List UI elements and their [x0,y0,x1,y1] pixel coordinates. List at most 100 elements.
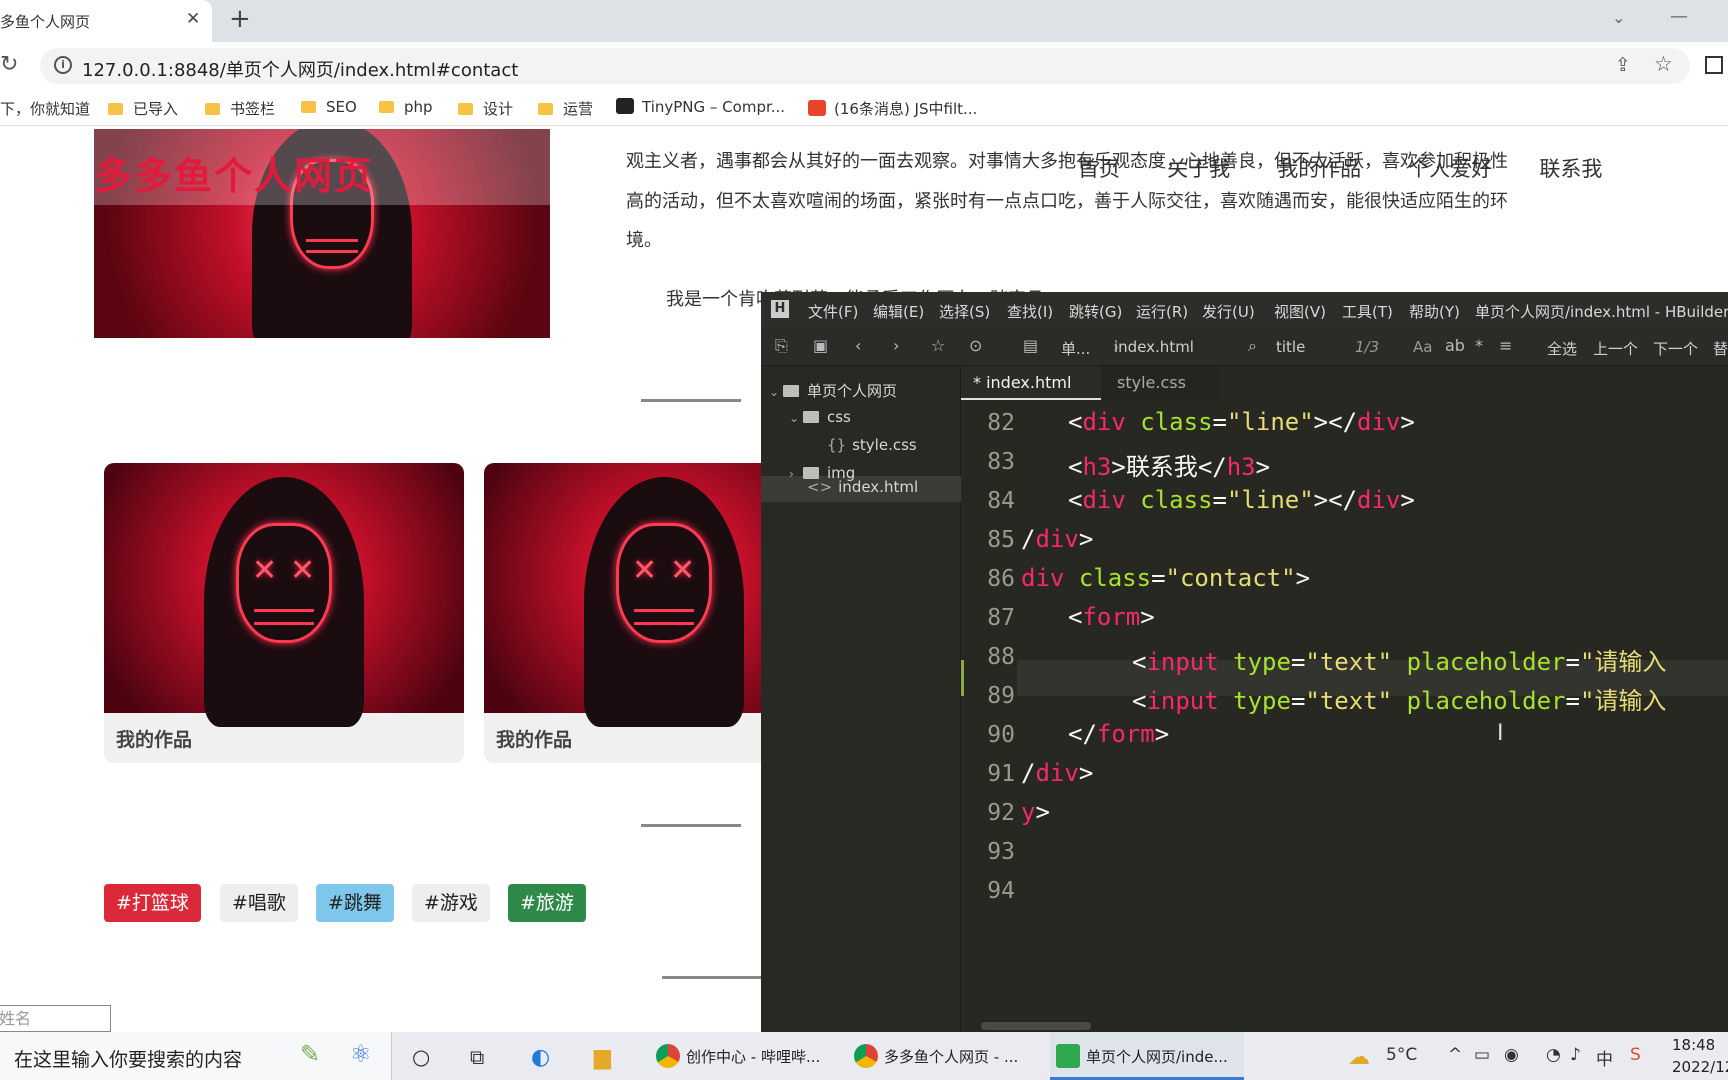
menu-goto[interactable]: 跳转(G) [1069,301,1122,322]
line-number: 87 [987,605,1015,631]
bookmark-folder[interactable]: 已导入 [108,98,178,119]
browser-tab-bar: 多鱼个人网页 ✕ + ⌄ — [0,0,1728,42]
chevron-down-icon: ⌄ [789,411,800,425]
omnibox[interactable]: i 127.0.0.1:8848/单页个人网页/index.html#conta… [40,48,1690,84]
mask-mouth [306,239,358,253]
line-number: 91 [987,761,1015,787]
tree-project[interactable]: ⌄ 单页个人网页 [769,380,897,401]
menu-file[interactable]: 文件(F) [808,301,858,322]
close-icon[interactable]: ✕ [186,9,200,29]
battery-icon[interactable]: ▭ [1474,1045,1490,1065]
menu-find[interactable]: 查找(I) [1007,301,1053,322]
star-icon[interactable]: ☆ [931,336,945,355]
taskbar-app-chrome[interactable]: 创作中心 - 哔哩哔... [650,1032,844,1080]
tree-file-index[interactable]: <> index.html [807,478,918,496]
line-number: 89 [987,683,1015,709]
hbuilder-icon [1056,1044,1080,1068]
tab-index-html[interactable]: * index.html [961,366,1101,400]
whole-word-icon[interactable]: ab [1445,336,1465,355]
code-editor[interactable]: 82 83 84 85 86 87 88 89 90 91 92 93 94 <… [961,400,1728,1032]
bookmark-star-icon[interactable]: ☆ [1654,52,1673,76]
menu-edit[interactable]: 编辑(E) [873,301,924,322]
browser-tab[interactable]: 多鱼个人网页 ✕ [0,0,212,42]
about-text: 观主义者，遇事都会从其好的一面去观察。对事情大多抱有乐观态度，心地善良，但不太活… [626,151,1508,172]
bookmark-folder[interactable]: 设计 [458,98,513,119]
cortana-icon[interactable]: ○ [412,1045,430,1069]
folder-icon [205,103,220,115]
prev-match-button[interactable]: 上一个 [1593,338,1638,359]
hbuilder-window: H 文件(F) 编辑(E) 选择(S) 查找(I) 跳转(G) 运行(R) 发行… [761,292,1728,1032]
code-line-90: </form> [1068,720,1170,748]
section-divider [641,399,741,402]
url-text[interactable]: 127.0.0.1:8848/单页个人网页/index.html#contact [82,56,518,82]
bookmark-folder[interactable]: 书签栏 [205,98,275,119]
replace-button[interactable]: 替 [1713,338,1728,359]
breadcrumb-file[interactable]: index.html [1114,338,1194,356]
minimize-button[interactable]: — [1670,6,1688,27]
back-icon[interactable]: ‹ [855,336,861,355]
horizontal-scrollbar[interactable] [981,1022,1091,1030]
menu-tools[interactable]: 工具(T) [1342,301,1393,322]
window-title: 单页个人网页/index.html - HBuilder [1475,303,1728,321]
regex-icon[interactable]: * [1475,336,1483,355]
line-number: 90 [987,722,1015,748]
chevron-up-icon[interactable]: ^ [1448,1045,1462,1065]
next-match-button[interactable]: 下一个 [1653,338,1698,359]
taskbar-search-input[interactable]: 在这里输入你要搜索的内容 [14,1045,242,1072]
match-case-toggle[interactable]: Aa [1413,338,1432,356]
atom-icon: ⚛ [350,1040,372,1068]
forward-icon[interactable]: › [893,336,899,355]
new-file-icon[interactable]: ⎘ [775,336,788,356]
ime-indicator[interactable]: 中 [1596,1045,1613,1070]
align-icon[interactable]: ≡ [1499,336,1512,355]
menu-select[interactable]: 选择(S) [939,301,990,322]
tree-folder-css[interactable]: ⌄ css [789,408,851,426]
line-number: 94 [987,878,1015,904]
edge-icon[interactable]: ◐ [531,1045,550,1070]
taskbar-search[interactable]: 在这里输入你要搜索的内容 ✎ ⚛ [0,1032,392,1080]
info-icon[interactable]: i [54,56,72,74]
weather-icon[interactable]: ☁ [1348,1045,1370,1070]
line-number: 84 [987,488,1015,514]
taskbar-clock[interactable]: 18:48 2022/12 [1672,1034,1728,1078]
nav-link-contact[interactable]: 联系我 [1539,153,1602,183]
css-file-icon: {} [827,436,847,454]
site-logo[interactable]: 多多鱼个人网页 [94,145,374,200]
new-tab-button[interactable]: + [229,4,251,34]
code-line-88: <input type="text" placeholder="请输入 [1132,648,1667,676]
bookmark-item[interactable]: (16条消息) JS中filt... [808,98,977,119]
reload-icon[interactable]: ↻ [0,52,18,77]
chevron-down-icon[interactable]: ⌄ [1612,8,1625,27]
weather-temp[interactable]: 5°C [1386,1045,1417,1065]
tree-file-style[interactable]: {} style.css [827,436,917,454]
side-panel-icon[interactable] [1705,56,1723,74]
qq-icon[interactable]: ◉ [1504,1045,1519,1065]
save-icon[interactable]: ▣ [813,336,828,355]
find-input[interactable]: title [1276,338,1305,356]
name-input[interactable]: 姓名 [0,1005,111,1032]
bookmark-folder[interactable]: 运营 [538,98,593,119]
menu-help[interactable]: 帮助(Y) [1409,301,1460,322]
run-icon[interactable]: ⊙ [969,336,982,355]
app-tray-icon[interactable]: S [1630,1045,1641,1065]
folder-icon[interactable]: ▤ [1023,336,1038,355]
bookmark-folder[interactable]: php [379,98,433,116]
network-icon[interactable]: ◔ [1546,1045,1561,1065]
tab-style-css[interactable]: style.css [1101,366,1221,400]
code-line-89: <input type="text" placeholder="请输入 [1132,687,1667,715]
work-card[interactable]: ✕ ✕ 我的作品 [104,463,464,763]
taskbar-app-hbuilder[interactable]: 单页个人网页/inde... [1050,1032,1244,1080]
share-icon[interactable]: ⇪ [1615,54,1631,76]
menu-publish[interactable]: 发行(U) [1202,301,1255,322]
file-explorer-icon[interactable]: ▆ [594,1045,611,1070]
taskbar-app-chrome[interactable]: 多多鱼个人网页 - ... [848,1032,1042,1080]
task-view-icon[interactable]: ⧉ [470,1045,484,1069]
bookmark-folder[interactable]: SEO [301,98,357,116]
menu-run[interactable]: 运行(R) [1136,301,1188,322]
bookmark-item[interactable]: TinyPNG – Compr... [616,98,785,116]
volume-icon[interactable]: ♪ [1570,1045,1581,1065]
select-all-button[interactable]: 全选 [1547,338,1577,359]
breadcrumb-project[interactable]: 单... [1061,338,1090,359]
bookmark-item[interactable]: 下，你就知道 [0,98,90,119]
menu-view[interactable]: 视图(V) [1274,301,1326,322]
